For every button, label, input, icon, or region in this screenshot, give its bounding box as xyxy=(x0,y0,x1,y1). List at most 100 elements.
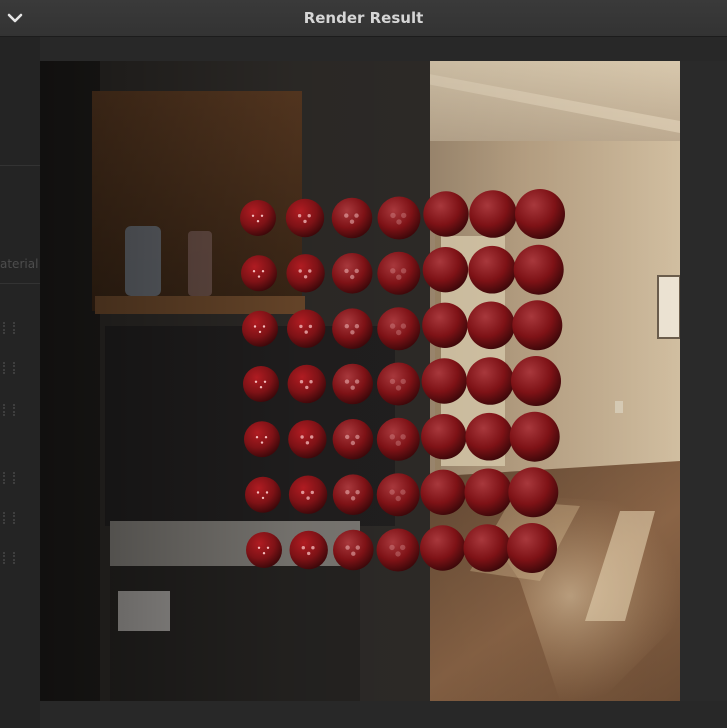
material-sphere xyxy=(288,420,327,459)
specular-highlight xyxy=(400,323,407,329)
specular-highlight xyxy=(297,214,302,218)
specular-highlight xyxy=(355,545,360,550)
material-sphere xyxy=(468,245,516,294)
specular-highlight xyxy=(305,441,310,445)
material-sphere xyxy=(289,530,328,570)
specular-highlight xyxy=(301,490,305,495)
specular-highlight xyxy=(310,435,314,439)
render-viewport xyxy=(40,61,680,701)
specular-highlight xyxy=(265,491,269,494)
specular-highlight xyxy=(309,380,313,384)
material-sphere xyxy=(512,300,563,351)
specular-highlight xyxy=(400,378,406,385)
material-sphere xyxy=(332,363,374,405)
material-sphere xyxy=(421,414,467,460)
specular-highlight xyxy=(261,496,265,500)
specular-highlight xyxy=(344,213,349,218)
specular-highlight xyxy=(254,380,258,383)
material-sphere xyxy=(515,189,565,239)
specular-highlight xyxy=(344,324,349,329)
specular-highlight xyxy=(261,270,265,273)
specular-highlight xyxy=(400,268,407,274)
material-sphere xyxy=(285,198,325,238)
specular-highlight xyxy=(344,379,350,384)
specular-highlight xyxy=(303,275,308,279)
specular-highlight xyxy=(389,378,396,385)
specular-highlight xyxy=(345,545,350,550)
chevron-down-icon xyxy=(7,13,23,23)
window-title: Render Result xyxy=(303,9,424,27)
material-sphere xyxy=(463,524,512,572)
specular-highlight xyxy=(390,212,396,219)
specular-highlight xyxy=(350,440,356,446)
specular-highlight xyxy=(311,546,315,550)
material-sphere xyxy=(332,474,374,515)
background-handle-icon xyxy=(3,512,15,524)
specular-highlight xyxy=(299,380,304,384)
material-sphere xyxy=(287,364,326,404)
specular-highlight xyxy=(400,544,406,551)
material-sphere xyxy=(377,307,421,351)
render-image xyxy=(40,61,680,701)
specular-highlight xyxy=(264,436,268,439)
material-sphere xyxy=(511,356,561,406)
material-sphere xyxy=(244,421,280,458)
material-sphere xyxy=(422,302,468,348)
specular-highlight xyxy=(400,489,406,495)
background-handle-icon xyxy=(3,362,15,374)
collapse-button[interactable] xyxy=(0,0,30,36)
material-sphere xyxy=(507,523,557,573)
specular-highlight xyxy=(396,219,402,225)
specular-highlight xyxy=(256,491,260,494)
specular-highlight xyxy=(389,544,395,551)
specular-highlight xyxy=(401,212,407,219)
specular-highlight xyxy=(257,546,261,549)
specular-highlight xyxy=(350,330,355,335)
material-sphere xyxy=(242,310,278,347)
material-sphere xyxy=(509,411,560,462)
specular-highlight xyxy=(395,385,402,391)
material-sphere xyxy=(332,308,373,349)
background-label: aterial xyxy=(0,257,39,271)
material-sphere xyxy=(420,469,466,515)
specular-highlight xyxy=(354,379,360,384)
specular-highlight xyxy=(350,496,356,501)
material-sphere xyxy=(376,417,420,461)
specular-highlight xyxy=(260,214,264,217)
specular-highlight xyxy=(350,274,355,280)
background-divider xyxy=(0,283,40,284)
specular-highlight xyxy=(400,434,406,440)
specular-highlight xyxy=(257,275,261,278)
material-sphere xyxy=(240,200,276,236)
specular-highlight xyxy=(389,489,395,495)
material-sphere xyxy=(376,473,420,517)
specular-highlight xyxy=(307,214,311,218)
specular-highlight xyxy=(351,551,356,556)
background-divider xyxy=(0,165,40,166)
background-panel xyxy=(0,37,40,728)
material-sphere xyxy=(508,467,559,518)
specular-highlight xyxy=(308,269,312,273)
specular-highlight xyxy=(308,324,313,329)
specular-highlight xyxy=(345,434,350,440)
specular-highlight xyxy=(266,546,270,549)
specular-highlight xyxy=(396,274,402,280)
specular-highlight xyxy=(262,552,266,555)
specular-highlight xyxy=(354,268,359,274)
material-sphere xyxy=(331,253,373,294)
material-sphere xyxy=(465,412,513,461)
material-sphere xyxy=(245,476,281,513)
specular-highlight xyxy=(349,219,355,224)
specular-highlight xyxy=(256,220,260,223)
material-sphere xyxy=(422,247,469,293)
specular-highlight xyxy=(395,551,401,557)
specular-highlight xyxy=(305,385,309,390)
material-sphere xyxy=(469,190,517,238)
material-sphere xyxy=(420,525,466,571)
specular-highlight xyxy=(263,380,267,383)
background-handle-icon xyxy=(3,404,15,416)
specular-highlight xyxy=(354,213,359,218)
specular-highlight xyxy=(301,546,305,550)
specular-highlight xyxy=(303,219,307,224)
specular-highlight xyxy=(395,440,401,446)
